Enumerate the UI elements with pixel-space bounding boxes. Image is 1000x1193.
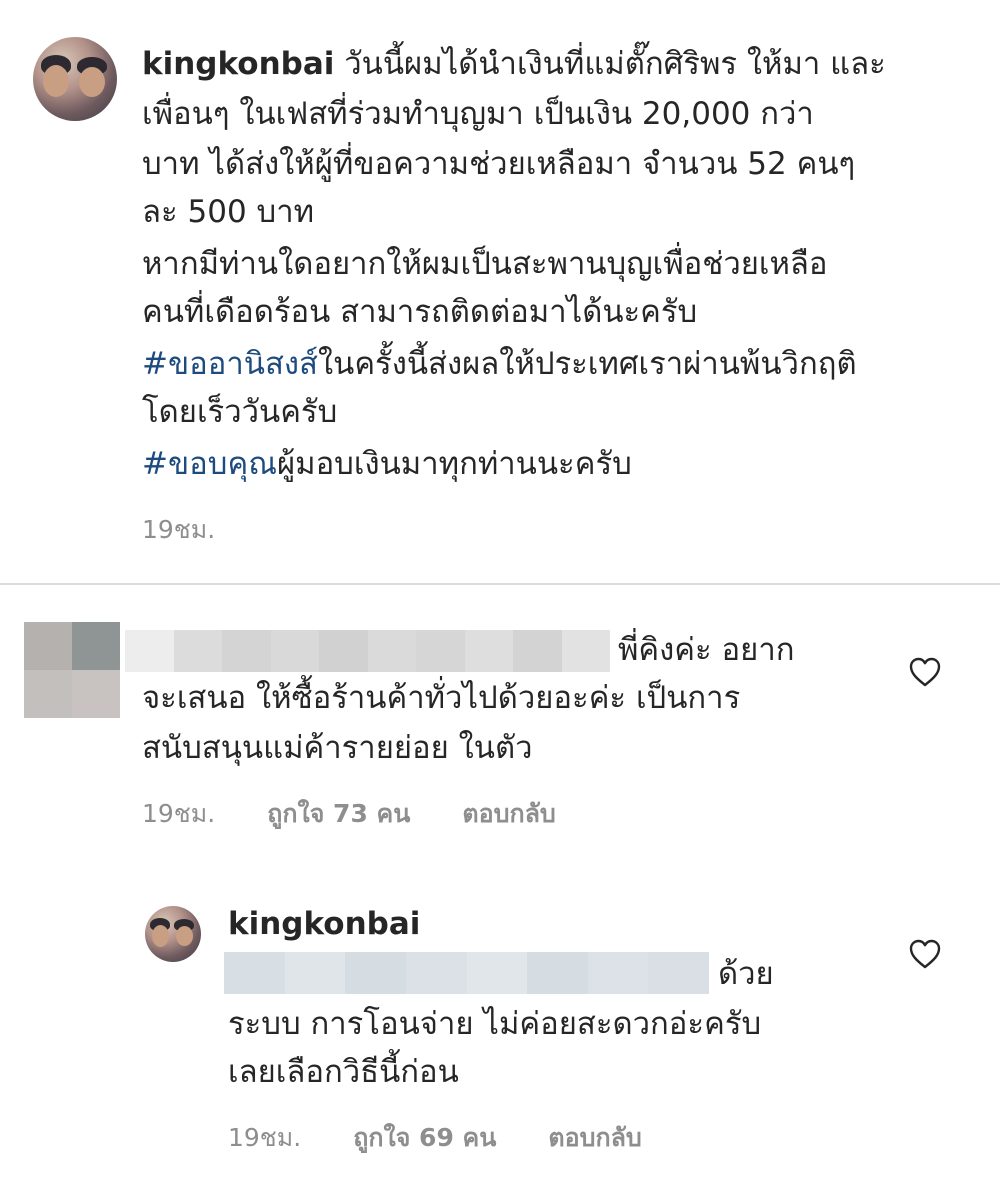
post-caption-line-7: #ขออานิสงส์ในครั้งนี้ส่งผลให้ประเทศเราผ่… <box>142 346 857 382</box>
reply-line-1: ด้วย <box>718 956 774 992</box>
hashtag-link[interactable]: #ขออานิสงส์ <box>142 346 318 382</box>
post-caption-line-6: คนที่เดือดร้อน สามารถติดต่อมาได้นะครับ <box>142 294 698 330</box>
comment-likes[interactable]: ถูกใจ 73 คน <box>267 794 410 834</box>
post-caption-line-8: โดยเร็ววันครับ <box>142 394 338 430</box>
heart-outline-icon[interactable] <box>908 938 942 970</box>
reply-reply-button[interactable]: ตอบกลับ <box>548 1118 641 1158</box>
comment-line-1: พี่คิงค่ะ อยาก <box>618 632 795 668</box>
heart-outline-icon[interactable] <box>908 656 942 688</box>
reply-username[interactable]: kingkonbai <box>228 900 420 948</box>
reply-line-3: เลยเลือกวิธีนี้ก่อน <box>228 1054 459 1090</box>
post-time: 19ชม. <box>142 515 216 544</box>
post-caption-line-1: kingkonbai วันนี้ผมได้นำเงินที่แม่ตั๊กศิ… <box>142 46 886 82</box>
post-avatar[interactable] <box>33 37 117 121</box>
comment-meta: 19ชม. ถูกใจ 73 คน ตอบกลับ <box>142 794 556 834</box>
reply-meta: 19ชม. ถูกใจ 69 คน ตอบกลับ <box>228 1118 642 1158</box>
comment-time: 19ชม. <box>142 799 216 828</box>
comment-reply-button[interactable]: ตอบกลับ <box>462 794 555 834</box>
post-meta: 19ชม. <box>142 510 215 550</box>
reply-text-redacted <box>224 952 709 994</box>
commenter-name-redacted <box>125 630 610 672</box>
post-caption-line-4: ละ 500 บาท <box>142 194 315 230</box>
reply-avatar[interactable] <box>145 906 201 962</box>
commenter-avatar-pixelated[interactable] <box>24 622 120 718</box>
reply-time: 19ชม. <box>228 1123 302 1152</box>
divider <box>0 583 1000 585</box>
hashtag-link[interactable]: #ขอบคุณ <box>142 446 277 482</box>
post-caption-line-9: #ขอบคุณผู้มอบเงินมาทุกท่านนะครับ <box>142 446 632 482</box>
post-caption-line-3: บาท ได้ส่งให้ผู้ที่ขอความช่วยเหลือมา จำน… <box>142 146 856 182</box>
post-caption-line-5: หากมีท่านใดอยากให้ผมเป็นสะพานบุญเพื่อช่ว… <box>142 246 828 282</box>
reply-line-2: ระบบ การโอนจ่าย ไม่ค่อยสะดวกอ่ะครับ <box>228 1006 762 1042</box>
post-caption-line-2: เพื่อนๆ ในเฟสที่ร่วมทำบุญมา เป็นเงิน 20,… <box>142 96 814 132</box>
comment-line-2: จะเสนอ ให้ซื้อร้านค้าทั่วไปด้วยอะค่ะ เป็… <box>142 680 741 716</box>
comment-line-3: สนับสนุนแม่ค้ารายย่อย ในตัว <box>142 730 533 766</box>
reply-likes[interactable]: ถูกใจ 69 คน <box>353 1118 496 1158</box>
post-username[interactable]: kingkonbai <box>142 46 334 82</box>
